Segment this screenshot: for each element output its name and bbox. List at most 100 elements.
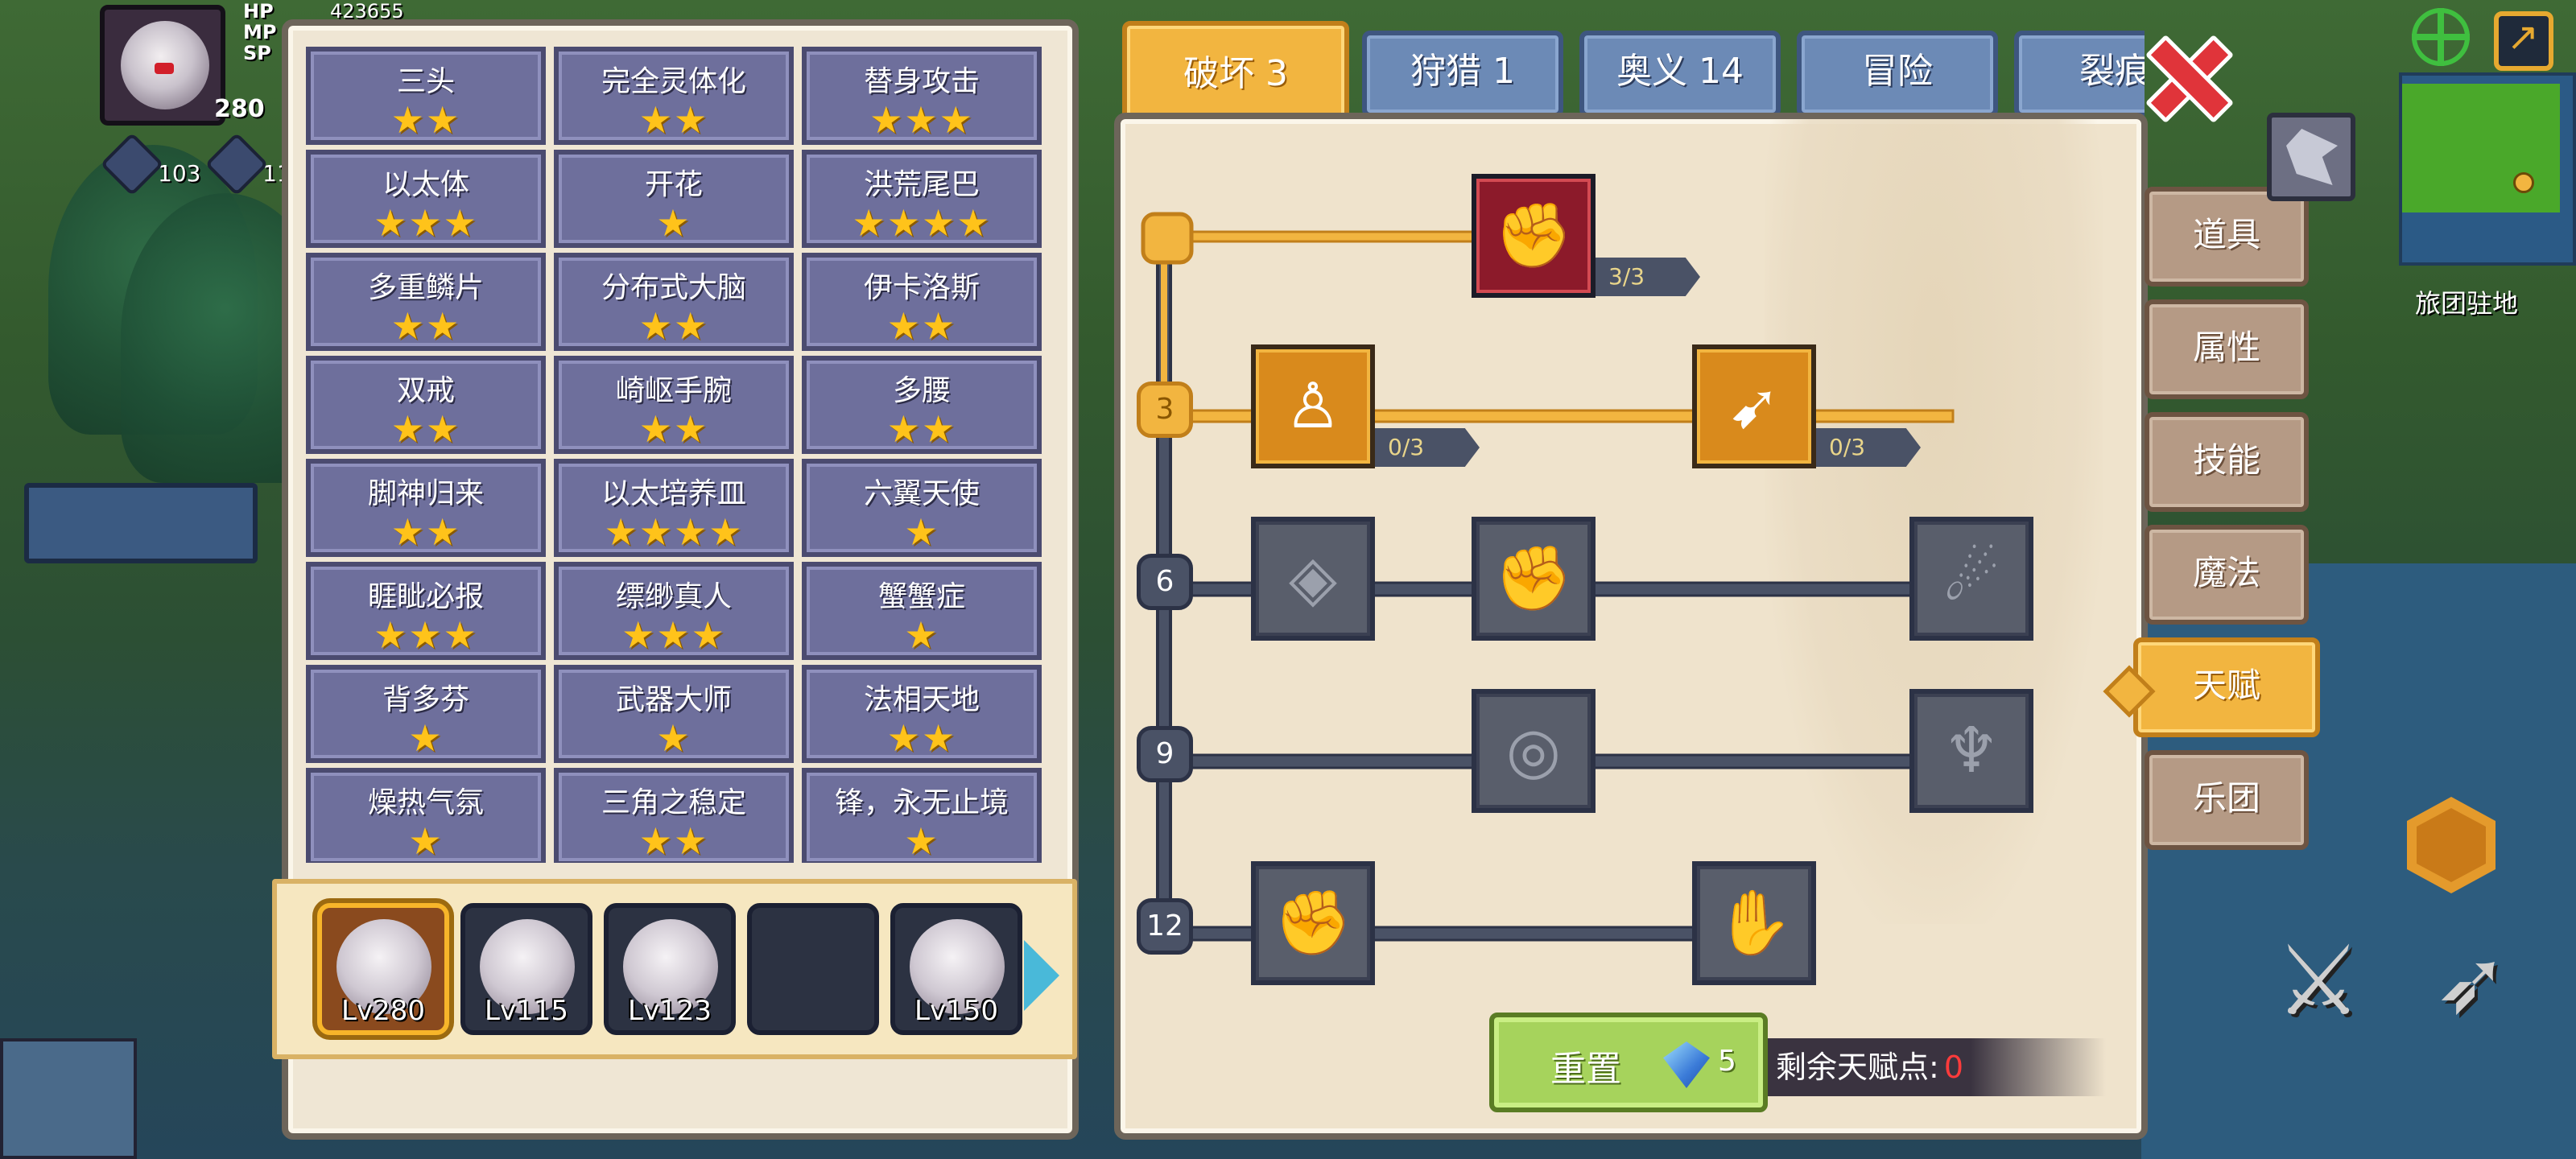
star-rating: ★★: [886, 304, 957, 348]
star-rating: ★★★★: [604, 510, 744, 554]
talent-name: 以太体: [382, 168, 469, 201]
talent-node-shield-strike[interactable]: ◈: [1251, 517, 1375, 641]
fist-icon: ✊: [1274, 886, 1352, 959]
grip-icon: ✋: [1715, 886, 1794, 959]
talent-node-ripple[interactable]: ◎: [1472, 689, 1596, 813]
minimap[interactable]: [2399, 72, 2576, 266]
hero-slot[interactable]: Lv150: [890, 903, 1022, 1035]
sp-label: SP: [243, 42, 271, 64]
star-rating: ★★: [638, 819, 709, 863]
bow-icon[interactable]: ➶: [2415, 926, 2528, 1038]
tab-4[interactable]: 裂痕: [2014, 31, 2145, 118]
talent-card[interactable]: 睚眦必报 ★★★: [306, 562, 546, 660]
talent-card[interactable]: 六翼天使 ★: [802, 459, 1042, 557]
star-rating: ★★: [638, 98, 709, 142]
star-rating: ★★★: [374, 613, 478, 657]
star-rating: ★★★: [621, 613, 726, 657]
side-menu-item[interactable]: 属性: [2145, 299, 2309, 399]
star-rating: ★★★★: [852, 201, 992, 245]
talent-card[interactable]: 背多芬 ★: [306, 665, 546, 763]
star-rating: ★: [408, 819, 444, 863]
dragon-icon[interactable]: [2267, 113, 2355, 201]
reset-label: 重置: [1550, 1049, 1621, 1090]
talent-node-arrow[interactable]: ➹: [1692, 344, 1816, 468]
tab-1[interactable]: 狩猎 1: [1362, 31, 1563, 118]
talent-name: 法相天地: [863, 683, 980, 716]
talent-node-arm-wrestle[interactable]: ✊: [1472, 174, 1596, 298]
talent-name: 蟹蟹症: [877, 580, 965, 613]
tab-0[interactable]: 破坏 3: [1122, 21, 1349, 122]
talent-card[interactable]: 完全灵体化 ★★: [554, 47, 794, 145]
talent-card[interactable]: 锋，永无止境 ★: [802, 768, 1042, 863]
talent-node-splash[interactable]: ☄: [1909, 517, 2033, 641]
player-avatar[interactable]: [100, 5, 225, 126]
avatar-eye: [155, 63, 174, 74]
talent-node-fist[interactable]: ✊: [1251, 861, 1375, 985]
side-menu-item[interactable]: 道具: [2145, 187, 2309, 287]
tab-3[interactable]: 冒险: [1797, 31, 1998, 118]
globe-icon[interactable]: [2412, 8, 2470, 66]
punch-icon: ✊: [1494, 542, 1573, 615]
talent-name: 崎岖手腕: [615, 374, 732, 407]
next-arrow-icon[interactable]: [1024, 940, 1059, 1011]
talent-card[interactable]: 缥缈真人 ★★★: [554, 562, 794, 660]
tier-marker-12: 12: [1137, 898, 1193, 955]
talent-tree-panel: 3 6 9 12 ✊ 3/3 ♙ 0/3 ➹ 0/3 ◈ ✊ ☄ ◎ ♆ ✊ ✋: [1114, 113, 2148, 1140]
reset-cost: 5: [1718, 1045, 1736, 1078]
star-rating: ★★★: [374, 201, 478, 245]
talent-card[interactable]: 以太培养皿 ★★★★: [554, 459, 794, 557]
tier-marker-9: 9: [1137, 726, 1193, 782]
talent-card[interactable]: 双戒 ★★: [306, 356, 546, 454]
talent-name: 背多芬: [382, 683, 469, 716]
node-count: 0/3: [1375, 428, 1480, 467]
talent-name: 脚神归来: [367, 477, 484, 510]
star-rating: ★★: [638, 407, 709, 451]
talent-node-grip[interactable]: ✋: [1692, 861, 1816, 985]
side-menu-item[interactable]: 乐团: [2145, 750, 2309, 850]
hero-slot[interactable]: [747, 903, 879, 1035]
talent-card[interactable]: 三头 ★★: [306, 47, 546, 145]
close-button[interactable]: [2145, 35, 2222, 113]
talent-card[interactable]: 脚神归来 ★★: [306, 459, 546, 557]
talent-card[interactable]: 开花 ★: [554, 150, 794, 248]
talent-card[interactable]: 替身攻击 ★★★: [802, 47, 1042, 145]
exit-icon[interactable]: [2494, 11, 2553, 71]
talent-node-bat[interactable]: ♆: [1909, 689, 2033, 813]
stone-block: [24, 483, 258, 563]
reset-button[interactable]: 重置 5: [1489, 1013, 1768, 1112]
talent-card[interactable]: 多重鳞片 ★★: [306, 253, 546, 351]
star-rating: ★★★: [869, 98, 974, 142]
talent-name: 开花: [644, 168, 703, 201]
talent-card[interactable]: 多腰 ★★: [802, 356, 1042, 454]
side-menu-item[interactable]: 魔法: [2145, 525, 2309, 625]
talent-card[interactable]: 蟹蟹症 ★: [802, 562, 1042, 660]
player-level: 280: [214, 95, 265, 123]
talent-card[interactable]: 三角之稳定 ★★: [554, 768, 794, 863]
side-menu-item[interactable]: 技能: [2145, 412, 2309, 512]
star-rating: ★: [656, 201, 691, 245]
talent-card[interactable]: 崎岖手腕 ★★: [554, 356, 794, 454]
star-rating: ★: [904, 613, 939, 657]
talent-grid-viewport[interactable]: 三头 ★★ 完全灵体化 ★★ 替身攻击 ★★★ 以太体 ★★★ 开花 ★ 洪荒尾巴 ★★★★ 多重鳞片 ★…: [288, 26, 1085, 863]
tab-2[interactable]: 奥义 14: [1579, 31, 1781, 118]
talent-card[interactable]: 武器大师 ★: [554, 665, 794, 763]
talent-card[interactable]: 伊卡洛斯 ★★: [802, 253, 1042, 351]
talent-card[interactable]: 燥热气氛 ★: [306, 768, 546, 863]
sword-badge-icon: [204, 132, 269, 196]
sword-icon[interactable]: ⚔: [2262, 926, 2375, 1038]
talent-card[interactable]: 以太体 ★★★: [306, 150, 546, 248]
talent-card[interactable]: 法相天地 ★★: [802, 665, 1042, 763]
star-rating: ★★: [886, 407, 957, 451]
talent-card[interactable]: 分布式大脑 ★★: [554, 253, 794, 351]
node-count: 0/3: [1816, 428, 1921, 467]
talent-node-body[interactable]: ♙: [1251, 344, 1375, 468]
talent-card[interactable]: 洪荒尾巴 ★★★★: [802, 150, 1042, 248]
hero-slot[interactable]: Lv280: [317, 903, 449, 1035]
talent-node-punch[interactable]: ✊: [1472, 517, 1596, 641]
hero-slot[interactable]: Lv123: [604, 903, 736, 1035]
shield-strike-icon: ◈: [1289, 542, 1337, 615]
side-menu-item[interactable]: 天赋: [2133, 637, 2320, 737]
hp-label: HP: [243, 0, 274, 23]
hero-level: Lv280: [341, 995, 425, 1027]
hero-slot[interactable]: Lv115: [460, 903, 592, 1035]
